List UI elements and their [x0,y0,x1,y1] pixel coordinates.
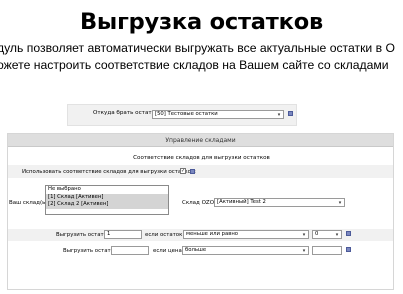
help-icon[interactable] [288,111,293,116]
description-line-1: дуль позволяет автоматически выгружать в… [0,41,395,55]
warehouse-option[interactable]: Не выбрано [46,186,168,194]
help-icon[interactable] [190,169,195,174]
warehouse-mapping-heading: Соответствие складов для выгрузки остатк… [133,155,270,161]
chevron-down-icon: ▾ [277,112,281,118]
rule2-if-label: если цена [153,248,182,254]
stock-source-select[interactable]: [50] Тестовые остатки ▾ [152,110,284,119]
warehouse-option[interactable]: [2] Склад 2 [Активен] [46,201,168,209]
rule2-condition-select[interactable]: больше ▾ [182,246,309,255]
stock-source-label: Откуда брать остатки: [93,110,161,116]
ozon-warehouse-select[interactable]: [Активный] Test 2 ▾ [214,198,345,207]
rule2-threshold-input[interactable] [312,246,342,255]
help-icon[interactable] [346,247,351,252]
chevron-down-icon: ▾ [338,200,342,206]
page-title: Выгрузка остатков [79,9,323,35]
use-mapping-label: Использовать соответствие складов для вы… [22,169,196,175]
rule1-threshold-value: 0 [315,231,319,237]
help-icon[interactable] [346,231,351,236]
chevron-down-icon: ▾ [335,232,339,238]
rule1-value-input[interactable]: 1 [104,230,142,239]
rule1-if-label: если остаток [145,232,183,238]
chevron-down-icon: ▾ [302,248,306,254]
rule2-value-input[interactable] [111,246,149,255]
warehouse-panel-header: Управление складами [8,134,393,147]
rule1-threshold-select[interactable]: 0 ▾ [312,230,342,239]
use-mapping-checkbox[interactable]: ✓ [180,168,186,174]
ozon-warehouse-value: [Активный] Test 2 [217,199,266,205]
your-warehouses-listbox[interactable]: Не выбрано [1] Склад [Активен] [2] Склад… [45,185,169,215]
rule1-condition-select[interactable]: меньше или равно ▾ [183,230,309,239]
stock-source-value: [50] Тестовые остатки [155,111,218,117]
warehouse-option[interactable]: [1] Склад [Активен] [46,193,168,201]
rule1-condition-value: меньше или равно [186,231,239,237]
chevron-down-icon: ▾ [302,232,306,238]
rule2-condition-value: больше [185,247,207,253]
description-line-2: ожете настроить соответствие складов на … [0,58,389,72]
